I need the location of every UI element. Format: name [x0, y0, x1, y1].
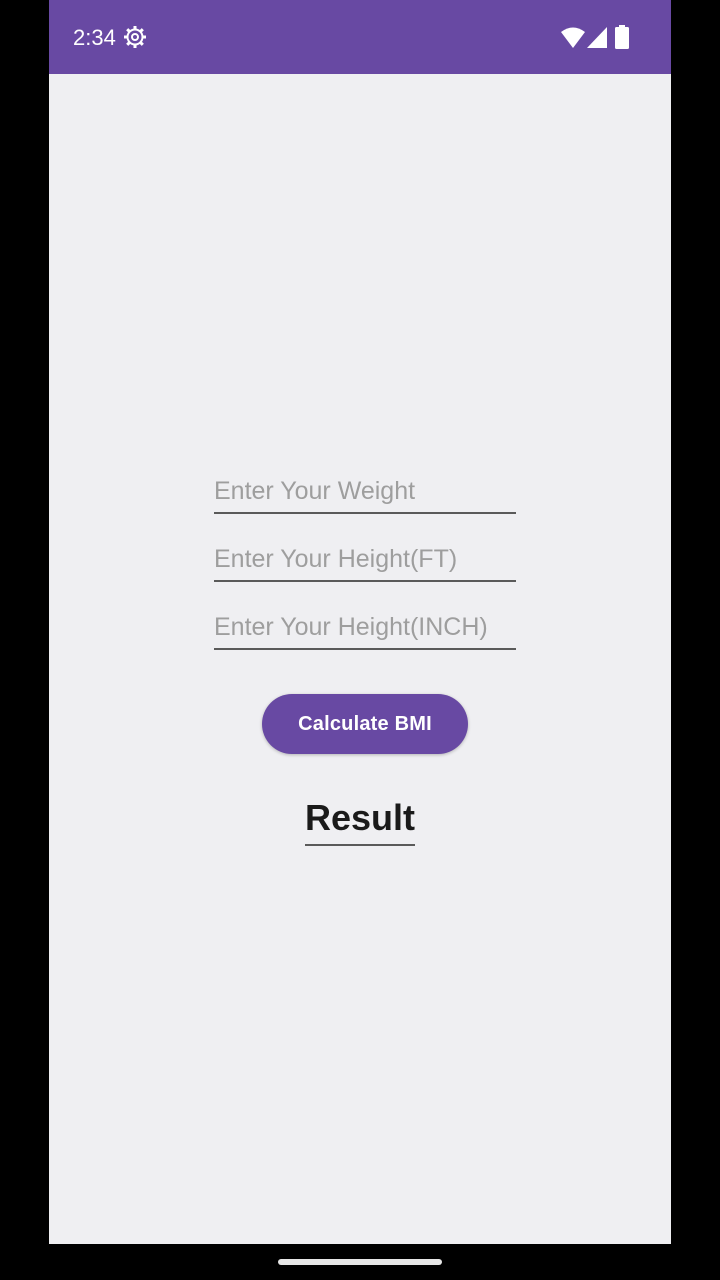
home-indicator[interactable]: [278, 1259, 442, 1265]
status-time: 2:34: [73, 25, 116, 50]
height-ft-input[interactable]: [214, 538, 516, 580]
height-ft-field: [214, 538, 516, 582]
gear-icon: [124, 26, 146, 48]
weight-input[interactable]: [214, 470, 516, 512]
device-frame: 2:34 Enter Your Weight Enter Your Height…: [49, 0, 671, 1280]
height-inch-input[interactable]: [214, 606, 516, 648]
weight-field: [214, 470, 516, 514]
navigation-bar: [0, 1244, 720, 1280]
calculate-bmi-button[interactable]: Calculate BMI: [262, 694, 468, 754]
result-label: Result: [304, 796, 416, 846]
wifi-icon: [561, 27, 585, 48]
result-container: Result: [49, 796, 671, 846]
battery-icon: [615, 25, 629, 49]
status-bar: 2:34: [49, 0, 671, 74]
app-screen: Calculate BMI Result: [49, 74, 671, 1244]
cellular-signal-icon: [587, 27, 607, 48]
height-inch-field: [214, 606, 516, 650]
